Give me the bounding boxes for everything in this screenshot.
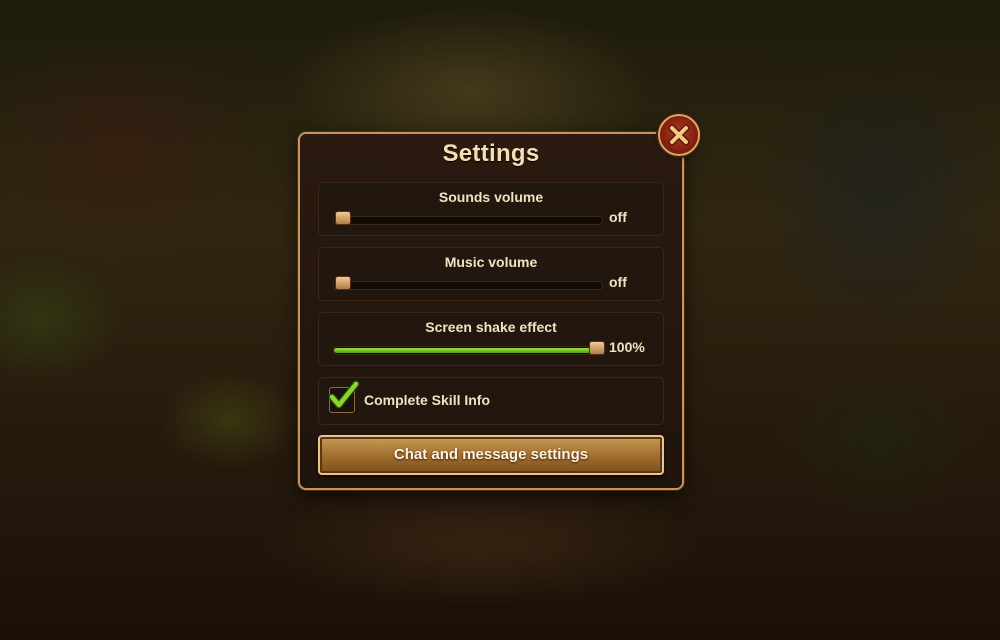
screen-shake-fill — [334, 348, 598, 353]
sounds-volume-slider[interactable] — [333, 216, 603, 225]
screen-shake-value: 100% — [609, 339, 645, 355]
sounds-volume-value: off — [609, 209, 627, 225]
music-volume-handle[interactable] — [335, 276, 351, 290]
close-button[interactable] — [658, 114, 700, 156]
music-volume-slider[interactable] — [333, 281, 603, 290]
checkmark-icon — [328, 380, 360, 409]
sounds-volume-handle[interactable] — [335, 211, 351, 225]
complete-skill-info-label: Complete Skill Info — [364, 392, 491, 408]
sounds-volume-label: Sounds volume — [438, 189, 544, 205]
complete-skill-info-section: Complete Skill Info — [318, 377, 664, 425]
complete-skill-info-checkbox[interactable] — [328, 380, 360, 413]
screen-shake-label: Screen shake effect — [425, 319, 557, 335]
chat-message-settings-button[interactable]: Chat and message settings — [318, 435, 664, 475]
screen-shake-section: Screen shake effect 100% — [318, 312, 664, 366]
settings-dialog: Settings Sounds volume off Music volume … — [298, 132, 684, 490]
screen-shake-slider[interactable] — [333, 346, 603, 355]
music-volume-section: Music volume off — [318, 247, 664, 301]
sounds-volume-section: Sounds volume off — [318, 182, 664, 236]
dialog-title: Settings — [442, 140, 540, 167]
music-volume-label: Music volume — [444, 254, 538, 270]
close-icon — [668, 124, 690, 146]
screen-shake-handle[interactable] — [589, 341, 605, 355]
music-volume-value: off — [609, 274, 627, 290]
